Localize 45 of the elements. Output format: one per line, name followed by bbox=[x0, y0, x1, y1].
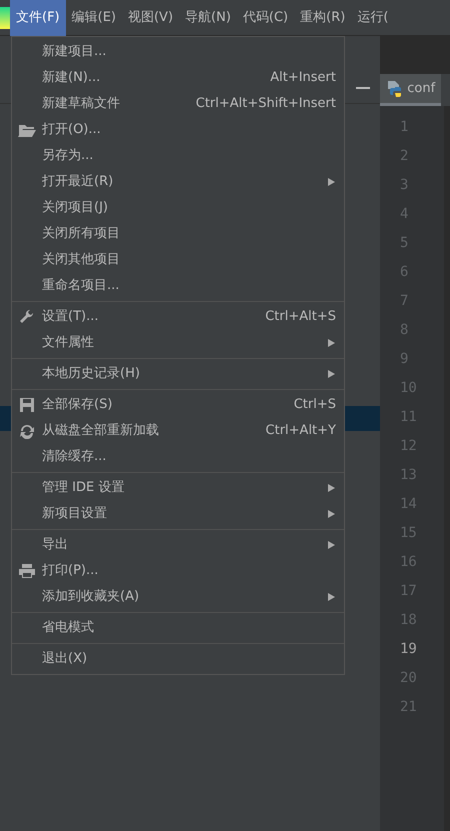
line-number: 19 bbox=[399, 640, 418, 658]
menu-item[interactable]: 打开(O)... bbox=[12, 117, 344, 143]
menu-item[interactable]: 退出(X) bbox=[12, 646, 344, 672]
reload-icon bbox=[18, 423, 36, 439]
menu-item[interactable]: 重命名项目... bbox=[12, 273, 344, 299]
menu-item[interactable]: 新建(N)... Alt+Insert bbox=[12, 65, 344, 91]
menu-item[interactable]: 新项目设置 bbox=[12, 501, 344, 527]
shortcut-label: Ctrl+Alt+Shift+Insert bbox=[196, 95, 336, 114]
menu-item[interactable]: 清除缓存... bbox=[12, 444, 344, 470]
menu-item[interactable]: 代码(C) bbox=[236, 0, 294, 36]
menu-item[interactable]: 视图(V) bbox=[122, 0, 180, 36]
editor-tab[interactable]: conf bbox=[380, 74, 442, 106]
menu-item[interactable]: 文件属性 bbox=[12, 330, 344, 356]
menu-item[interactable]: 另存为... bbox=[12, 143, 344, 169]
menu-item[interactable]: 设置(T)... Ctrl+Alt+S bbox=[12, 304, 344, 330]
menu-item[interactable]: 打开最近(R) bbox=[12, 169, 344, 195]
printer-icon bbox=[18, 563, 36, 579]
menu-item[interactable]: 导出 bbox=[12, 532, 344, 558]
menu-item[interactable]: 导航(N) bbox=[179, 0, 237, 36]
menu-item[interactable]: 打印(P)... bbox=[12, 558, 344, 584]
shortcut-label: Ctrl+S bbox=[294, 396, 336, 414]
menu-item[interactable]: 关闭所有项目 bbox=[12, 221, 344, 247]
folder-icon bbox=[18, 122, 36, 138]
shortcut-label: Alt+Insert bbox=[270, 69, 336, 88]
menu-item[interactable]: 全部保存(S) Ctrl+S bbox=[12, 392, 344, 418]
menu-item[interactable]: 省电模式 bbox=[12, 615, 344, 641]
app-logo-icon bbox=[0, 6, 10, 28]
menu-item[interactable]: 新建草稿文件 Ctrl+Alt+Shift+Insert bbox=[12, 91, 344, 117]
menu-item[interactable]: 本地历史记录(H) bbox=[12, 361, 344, 387]
menu-item[interactable]: 从磁盘全部重新加载 Ctrl+Alt+Y bbox=[12, 418, 344, 444]
menu-item[interactable]: 重构(R) bbox=[294, 0, 352, 36]
menu-item[interactable]: 新建项目... bbox=[12, 39, 344, 65]
menu-item[interactable]: 运行( bbox=[351, 0, 394, 36]
shortcut-label: Ctrl+Alt+S bbox=[265, 308, 336, 326]
menu-item[interactable]: 编辑(E) bbox=[66, 0, 122, 36]
shortcut-label: Ctrl+Alt+Y bbox=[266, 422, 336, 440]
menu-item[interactable]: 关闭项目(J) bbox=[12, 195, 344, 221]
menu-item[interactable]: 文件(F) bbox=[10, 0, 66, 36]
save-icon bbox=[18, 397, 36, 413]
wrench-icon bbox=[18, 309, 36, 325]
menu-item[interactable]: 关闭其他项目 bbox=[12, 247, 344, 273]
menu-item[interactable]: 添加到收藏夹(A) bbox=[12, 584, 344, 610]
minimize-icon[interactable] bbox=[356, 87, 370, 89]
python-file-icon bbox=[386, 80, 404, 98]
menu-item[interactable]: 管理 IDE 设置 bbox=[12, 475, 344, 501]
